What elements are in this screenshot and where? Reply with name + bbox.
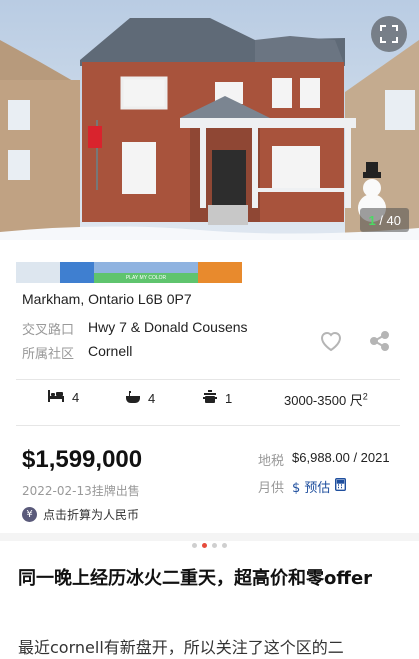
banner-segment: PLAY MY COLOR	[94, 262, 198, 283]
carousel-dots	[0, 543, 419, 548]
share-button[interactable]	[369, 331, 391, 355]
bedrooms-spec: 4	[48, 390, 79, 405]
bedrooms-count: 4	[72, 390, 80, 405]
kitchens-count: 1	[225, 391, 233, 406]
convert-rmb-link[interactable]: ¥ 点击折算为人民币	[22, 506, 139, 523]
bathrooms-count: 4	[148, 391, 156, 406]
property-tax-row: 地税 $6,988.00 / 2021	[258, 450, 390, 469]
community-row: 所属社区 Cornell	[22, 343, 132, 362]
listing-price: $1,599,000	[22, 446, 143, 473]
area-value: 3000-3500 尺2	[284, 391, 368, 408]
cooking-pot-icon	[203, 390, 217, 407]
carousel-dot-active[interactable]	[202, 543, 207, 548]
heart-icon	[319, 330, 343, 356]
carousel-dot[interactable]	[222, 543, 227, 548]
banner-segment	[198, 262, 242, 283]
listed-date: 2022-02-13挂牌出售	[22, 484, 140, 498]
section-gap	[0, 533, 419, 541]
tax-label: 地税	[258, 454, 285, 469]
listing-info: PLAY MY COLOR Markham, Ontario L6B 0P7 交…	[0, 240, 419, 533]
address: Markham, Ontario L6B 0P7	[22, 291, 192, 307]
article-title[interactable]: 同一晚上经历冰火二重天，超高价和零offer	[18, 564, 402, 593]
fullscreen-button[interactable]	[371, 16, 407, 52]
monthly-estimate-text: $ 预估	[292, 481, 331, 496]
intersection-value: Hwy 7 & Donald Cousens	[88, 319, 248, 335]
photo-current: 1	[368, 212, 376, 228]
calculator-icon	[335, 477, 347, 495]
yen-icon: ¥	[22, 507, 37, 522]
mortgage-estimate-link[interactable]: $ 预估	[292, 477, 347, 496]
community-value: Cornell	[88, 343, 133, 359]
monthly-payment-row: 月供 $ 预估	[258, 477, 347, 496]
bathtub-icon	[126, 390, 140, 407]
banner-segment	[60, 262, 94, 283]
banner-label: PLAY MY COLOR	[94, 272, 198, 283]
carousel-dot[interactable]	[212, 543, 217, 548]
listing-photo[interactable]: 1 / 40	[0, 0, 419, 240]
photo-counter: 1 / 40	[360, 208, 409, 232]
community-label: 所属社区	[22, 347, 75, 362]
bathrooms-spec: 4	[126, 390, 155, 407]
bed-icon	[48, 390, 64, 405]
convert-rmb-label: 点击折算为人民币	[43, 508, 140, 522]
specs-row: 4 4 1 3000-3500 尺2	[0, 390, 419, 414]
intersection-label: 交叉路口	[22, 323, 75, 338]
kitchens-spec: 1	[203, 390, 232, 407]
divider	[16, 425, 400, 426]
divider	[16, 379, 400, 380]
photo-total: / 40	[379, 212, 401, 228]
tax-value: $6,988.00 / 2021	[292, 450, 390, 465]
expand-icon	[380, 25, 398, 43]
share-icon	[370, 331, 390, 355]
intersection-row: 交叉路口 Hwy 7 & Donald Cousens	[22, 319, 248, 338]
banner-segment	[16, 262, 60, 283]
monthly-label: 月供	[258, 481, 285, 496]
favorite-button[interactable]	[318, 331, 344, 355]
carousel-dot[interactable]	[192, 543, 197, 548]
house-photo-illustration	[0, 0, 419, 240]
article-excerpt: 最近cornell有新盘开，所以关注了这个区的二	[18, 638, 344, 657]
area-spec: 3000-3500 尺2	[284, 390, 368, 409]
brand-banner[interactable]: PLAY MY COLOR	[16, 262, 242, 283]
